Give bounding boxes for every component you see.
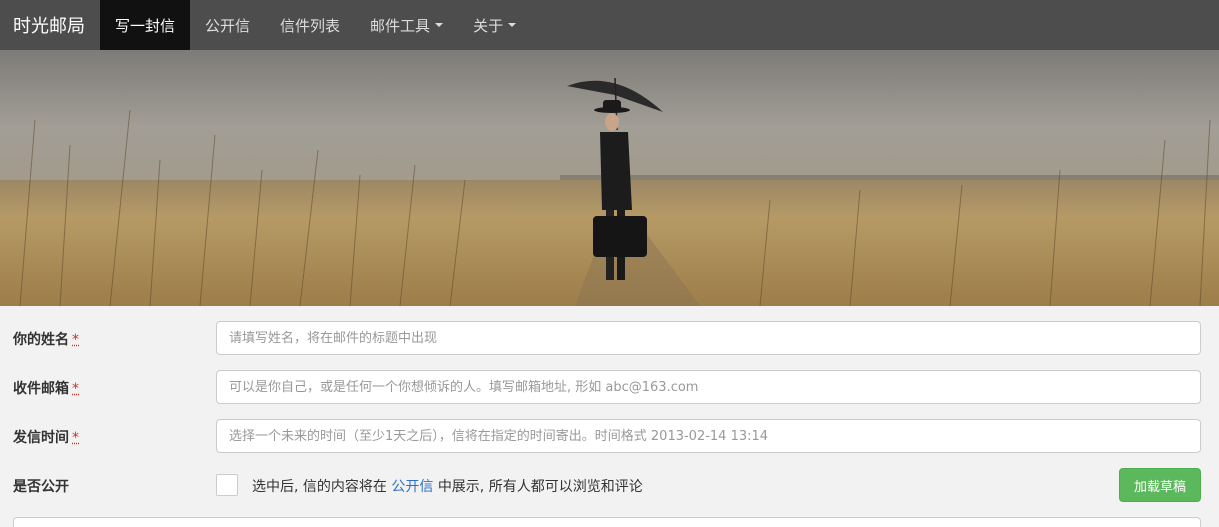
nav-public-letters[interactable]: 公开信 xyxy=(190,0,265,50)
nav-label: 公开信 xyxy=(205,15,250,36)
letter-form: 你的姓名* 收件邮箱* 发信时间* 是否公开 选中后, 信的内容将在 公开信 中… xyxy=(0,306,1219,522)
time-label-text: 发信时间 xyxy=(13,430,69,446)
required-mark: * xyxy=(72,381,79,397)
nav-write-letter[interactable]: 写一封信 xyxy=(100,0,190,50)
name-label-text: 你的姓名 xyxy=(13,332,69,348)
load-draft-button[interactable]: 加载草稿 xyxy=(1119,468,1201,502)
public-text-after: 中展示, 所有人都可以浏览和评论 xyxy=(438,479,643,495)
nav-label: 关于 xyxy=(473,15,503,36)
send-time-input[interactable] xyxy=(216,419,1201,453)
email-label: 收件邮箱 * xyxy=(13,378,79,398)
public-text-before: 选中后, 信的内容将在 xyxy=(252,479,387,495)
brand-logo[interactable]: 时光邮局 xyxy=(0,0,100,50)
public-checkbox[interactable] xyxy=(216,474,238,496)
email-input[interactable] xyxy=(216,370,1201,404)
caret-down-icon xyxy=(508,23,516,27)
time-label: 发信时间 * xyxy=(13,427,79,447)
landscape-photo-icon xyxy=(0,50,1219,306)
name-input[interactable] xyxy=(216,321,1201,355)
letter-content-editor[interactable] xyxy=(13,517,1201,527)
nav-about-dropdown[interactable]: 关于 xyxy=(458,0,531,50)
nav-label: 邮件工具 xyxy=(370,15,430,36)
public-letters-link[interactable]: 公开信 xyxy=(391,479,433,495)
email-label-text: 收件邮箱 xyxy=(13,381,69,397)
name-row: 你的姓名 * xyxy=(0,321,1219,355)
hero-banner xyxy=(0,50,1219,306)
nav-label: 写一封信 xyxy=(115,15,175,36)
required-mark: * xyxy=(72,430,79,446)
navbar: 时光邮局 写一封信 公开信 信件列表 邮件工具 关于 xyxy=(0,0,1219,50)
public-description: 选中后, 信的内容将在 公开信 中展示, 所有人都可以浏览和评论 xyxy=(252,476,643,496)
required-mark: * xyxy=(72,332,79,348)
public-label: 是否公开 xyxy=(13,476,69,496)
nav-label: 信件列表 xyxy=(280,15,340,36)
nav-letter-list[interactable]: 信件列表 xyxy=(265,0,355,50)
email-row: 收件邮箱 * xyxy=(0,370,1219,404)
name-label: 你的姓名 * xyxy=(13,329,79,349)
public-row: 是否公开 选中后, 信的内容将在 公开信 中展示, 所有人都可以浏览和评论 加载… xyxy=(0,468,1219,502)
time-row: 发信时间 * xyxy=(0,419,1219,453)
nav-mail-tools-dropdown[interactable]: 邮件工具 xyxy=(355,0,458,50)
caret-down-icon xyxy=(435,23,443,27)
